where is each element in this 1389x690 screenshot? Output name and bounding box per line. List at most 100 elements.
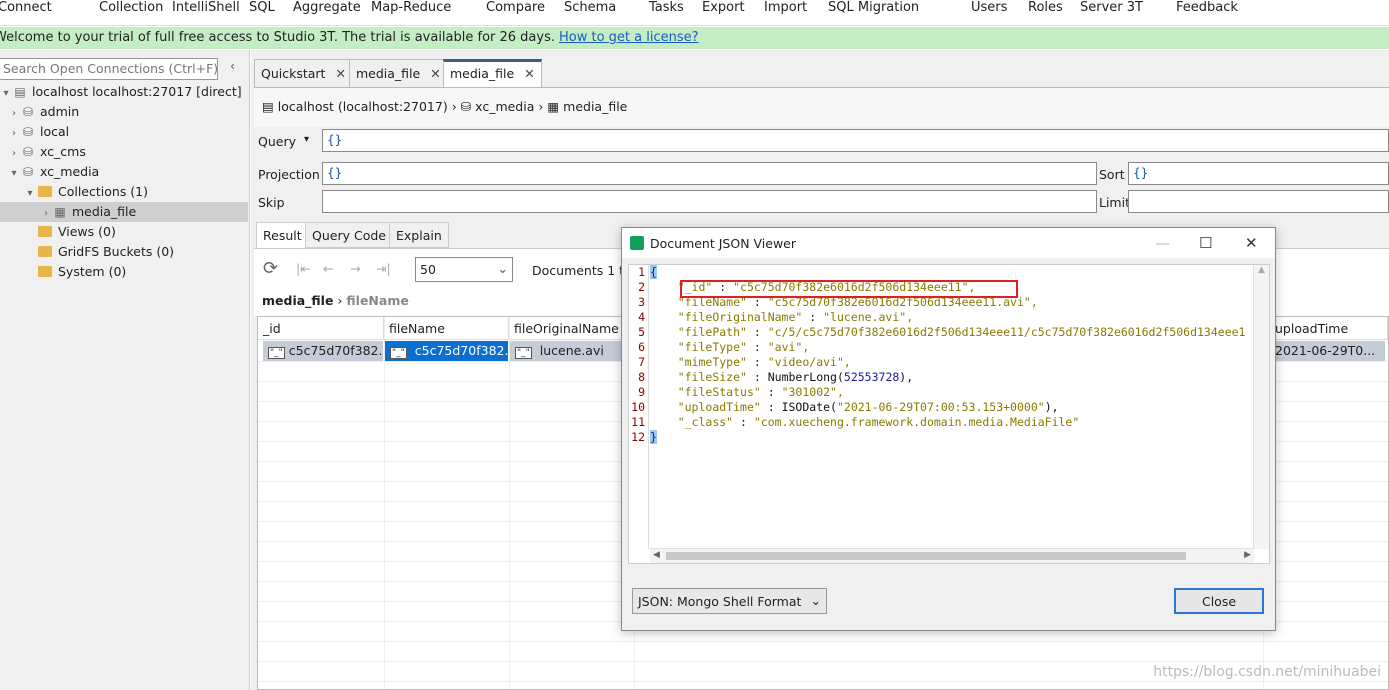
json-editor[interactable]: 1 2 3 4 5 6 7 8 9 10 11 12 { "_id" : "c5c75d70f382e… [628, 264, 1270, 564]
breadcrumb-db[interactable]: xc_media [475, 99, 534, 114]
cell-fileoriginalname[interactable]: "_" lucene.avi [510, 341, 633, 361]
limit-label: Limit [1099, 195, 1130, 210]
column-header-fileoriginalname[interactable]: fileOriginalName [509, 317, 634, 340]
tree-collection-media-file[interactable]: › ▦ media_file [0, 202, 248, 222]
scroll-thumb[interactable] [666, 552, 1186, 560]
column-header-filename[interactable]: fileName [384, 317, 509, 340]
trial-text: Welcome to your trial of full free acces… [0, 30, 555, 45]
prev-page-icon[interactable]: ← [323, 261, 333, 276]
cell-filename[interactable]: "_" c5c75d70f382... [385, 341, 508, 361]
menu-map-reduce[interactable]: Map-Reduce [371, 0, 451, 15]
sort-input[interactable]: {} [1128, 162, 1389, 185]
breadcrumb-server[interactable]: localhost (localhost:27017) [278, 99, 448, 114]
menu-export[interactable]: Export [702, 0, 745, 15]
path-field[interactable]: fileName [346, 293, 408, 308]
tree-label: localhost localhost:27017 [direct] [31, 84, 242, 99]
chevron-right-icon[interactable]: › [8, 128, 20, 139]
chevron-down-icon[interactable]: ▾ [8, 168, 20, 179]
horizontal-scrollbar[interactable]: ◀ ▶ [650, 548, 1254, 563]
menu-server-3t[interactable]: Server 3T [1080, 0, 1143, 15]
chevron-right-icon[interactable]: › [40, 208, 52, 219]
menu-schema[interactable]: Schema [564, 0, 616, 15]
tree-db-xc-cms[interactable]: › ⛁ xc_cms [0, 142, 248, 162]
json-value: "c/5/c5c75d70f382e6016d2f506d134eee11/c5… [767, 325, 1246, 339]
tree-connection[interactable]: ▾ ▤ localhost localhost:27017 [direct] [0, 82, 248, 102]
menu-import[interactable]: Import [764, 0, 807, 15]
menu-users[interactable]: Users [971, 0, 1007, 15]
format-select[interactable]: JSON: Mongo Shell Format ⌄ [632, 588, 827, 614]
close-icon[interactable]: ✕ [524, 66, 534, 81]
menu-collection[interactable]: Collection [99, 0, 163, 15]
menu-tasks[interactable]: Tasks [649, 0, 684, 15]
menu-bar: Connect Collection IntelliShell SQL Aggr… [0, 0, 1389, 26]
close-window-icon[interactable]: ✕ [1245, 234, 1258, 252]
column-header-id[interactable]: _id [258, 317, 384, 340]
vertical-scrollbar[interactable]: ▲ [1253, 265, 1269, 549]
scroll-left-icon[interactable]: ◀ [653, 550, 660, 560]
collapse-sidebar-icon[interactable]: ‹ [230, 58, 235, 73]
menu-connect[interactable]: Connect [0, 0, 52, 15]
chevron-down-icon[interactable]: ▾ [304, 134, 309, 145]
page-size-select[interactable]: 50 ⌄ [415, 257, 513, 282]
tab-media-file-active[interactable]: media_file ✕ [443, 59, 542, 87]
tab-media-file[interactable]: media_file ✕ [349, 59, 448, 87]
tree-views[interactable]: Views (0) [0, 222, 248, 242]
limit-input[interactable] [1128, 190, 1389, 213]
tree-gridfs[interactable]: GridFS Buckets (0) [0, 242, 248, 262]
cell-value: c5c75d70f382... [414, 343, 508, 358]
query-input[interactable]: {} [322, 129, 1389, 152]
menu-feedback[interactable]: Feedback [1176, 0, 1238, 15]
tab-query-code[interactable]: Query Code [305, 222, 393, 248]
chevron-right-icon[interactable]: › [8, 108, 20, 119]
menu-sql-migration[interactable]: SQL Migration [828, 0, 919, 15]
scroll-right-icon[interactable]: ▶ [1244, 550, 1251, 560]
cell-value: c5c75d70f382... [288, 343, 383, 358]
tab-quickstart[interactable]: Quickstart ✕ [254, 59, 353, 87]
last-page-icon[interactable]: ⇥| [376, 261, 391, 276]
tree-collections[interactable]: ▾ Collections (1) [0, 182, 248, 202]
server-icon: ▤ [14, 85, 26, 99]
dialog-title: Document JSON Viewer [650, 236, 797, 251]
database-icon: ⛁ [22, 125, 34, 139]
tab-result[interactable]: Result [256, 222, 309, 248]
cell-id[interactable]: "_" c5c75d70f382... [263, 341, 383, 361]
dialog-titlebar[interactable]: Document JSON Viewer [622, 228, 1275, 258]
close-button[interactable]: Close [1174, 588, 1264, 614]
tree-db-xc-media[interactable]: ▾ ⛁ xc_media [0, 162, 248, 182]
refresh-icon[interactable]: ⟳ [263, 258, 278, 279]
chevron-right-icon[interactable]: › [8, 148, 20, 159]
menu-roles[interactable]: Roles [1028, 0, 1063, 15]
chevron-down-icon[interactable]: ▾ [24, 188, 36, 199]
folder-icon [38, 226, 52, 237]
close-icon[interactable]: ✕ [335, 66, 345, 81]
connection-search-input[interactable]: Search Open Connections (Ctrl+F) ... [0, 58, 218, 80]
json-key: "fileOriginalName" [677, 310, 803, 324]
folder-icon [38, 246, 52, 257]
menu-sql[interactable]: SQL [249, 0, 275, 15]
path-collection[interactable]: media_file [262, 293, 333, 308]
highlight-annotation-box [680, 280, 1018, 298]
tree-db-admin[interactable]: › ⛁ admin [0, 102, 248, 122]
tree-system[interactable]: System (0) [0, 262, 248, 282]
maximize-icon[interactable]: ☐ [1199, 234, 1212, 252]
license-link[interactable]: How to get a license? [559, 30, 699, 45]
close-icon[interactable]: ✕ [430, 66, 440, 81]
tab-explain[interactable]: Explain [389, 222, 449, 248]
tree-db-local[interactable]: › ⛁ local [0, 122, 248, 142]
minimize-icon[interactable]: — [1155, 234, 1170, 252]
cell-uploadtime[interactable]: 2021-06-29T0... [1270, 341, 1385, 361]
projection-input[interactable]: {} [322, 162, 1097, 185]
menu-intellishell[interactable]: IntelliShell [172, 0, 240, 15]
menu-aggregate[interactable]: Aggregate [293, 0, 361, 15]
skip-input[interactable] [322, 190, 1097, 213]
column-header-uploadtime[interactable]: uploadTime [1263, 317, 1388, 340]
breadcrumb-collection[interactable]: media_file [563, 99, 627, 114]
next-page-icon[interactable]: → [350, 261, 360, 276]
first-page-icon[interactable]: |⇤ [296, 261, 311, 276]
json-key: "mimeType" [677, 355, 747, 369]
menu-compare[interactable]: Compare [486, 0, 545, 15]
tree-label: xc_cms [39, 144, 86, 159]
chevron-down-icon[interactable]: ▾ [0, 88, 12, 99]
json-punct: ), [899, 370, 914, 384]
json-key: "uploadTime" [677, 400, 761, 414]
